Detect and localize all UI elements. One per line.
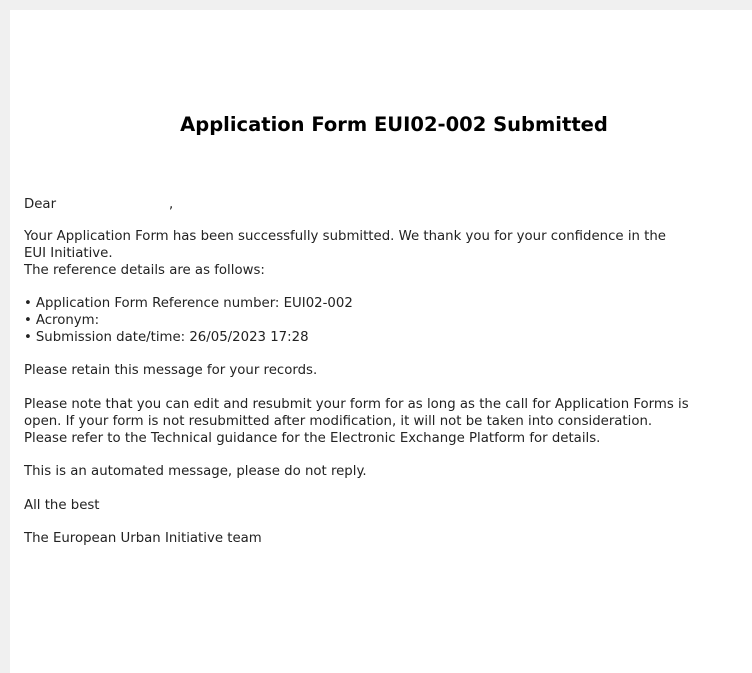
salutation-comma: ,: [169, 197, 174, 212]
salutation: Dear,: [24, 197, 748, 214]
resubmit-line-3: Please refer to the Technical guidance f…: [24, 430, 601, 446]
detail-submission-datetime: Submission date/time: 26/05/2023 17:28: [24, 330, 748, 347]
automated-note: This is an automated message, please do …: [24, 464, 367, 480]
confirmation-line-3: The reference details are as follows:: [24, 262, 265, 278]
closing: All the best: [24, 497, 100, 513]
email-body: Dear, Your Application Form has been suc…: [24, 197, 748, 548]
detail-reference-number: Application Form Reference number: EUI02…: [24, 296, 748, 313]
reference-details-list: Application Form Reference number: EUI02…: [24, 296, 748, 346]
detail-acronym: Acronym:: [24, 313, 748, 330]
resubmit-line-2: open. If your form is not resubmitted af…: [24, 413, 653, 429]
confirmation-line-2: EUI Initiative.: [24, 245, 113, 261]
signature: The European Urban Initiative team: [24, 531, 262, 547]
confirmation-paragraph: Your Application Form has been successfu…: [24, 229, 748, 279]
resubmit-line-1: Please note that you can edit and resubm…: [24, 396, 689, 412]
retain-note: Please retain this message for your reco…: [24, 363, 318, 379]
salutation-greeting: Dear: [24, 197, 57, 212]
email-message-pane: Application Form EUI02-002 Submitted Dea…: [10, 10, 752, 673]
confirmation-line-1: Your Application Form has been successfu…: [24, 229, 666, 244]
resubmit-paragraph: Please note that you can edit and resubm…: [24, 397, 748, 447]
email-title: Application Form EUI02-002 Submitted: [180, 113, 608, 136]
